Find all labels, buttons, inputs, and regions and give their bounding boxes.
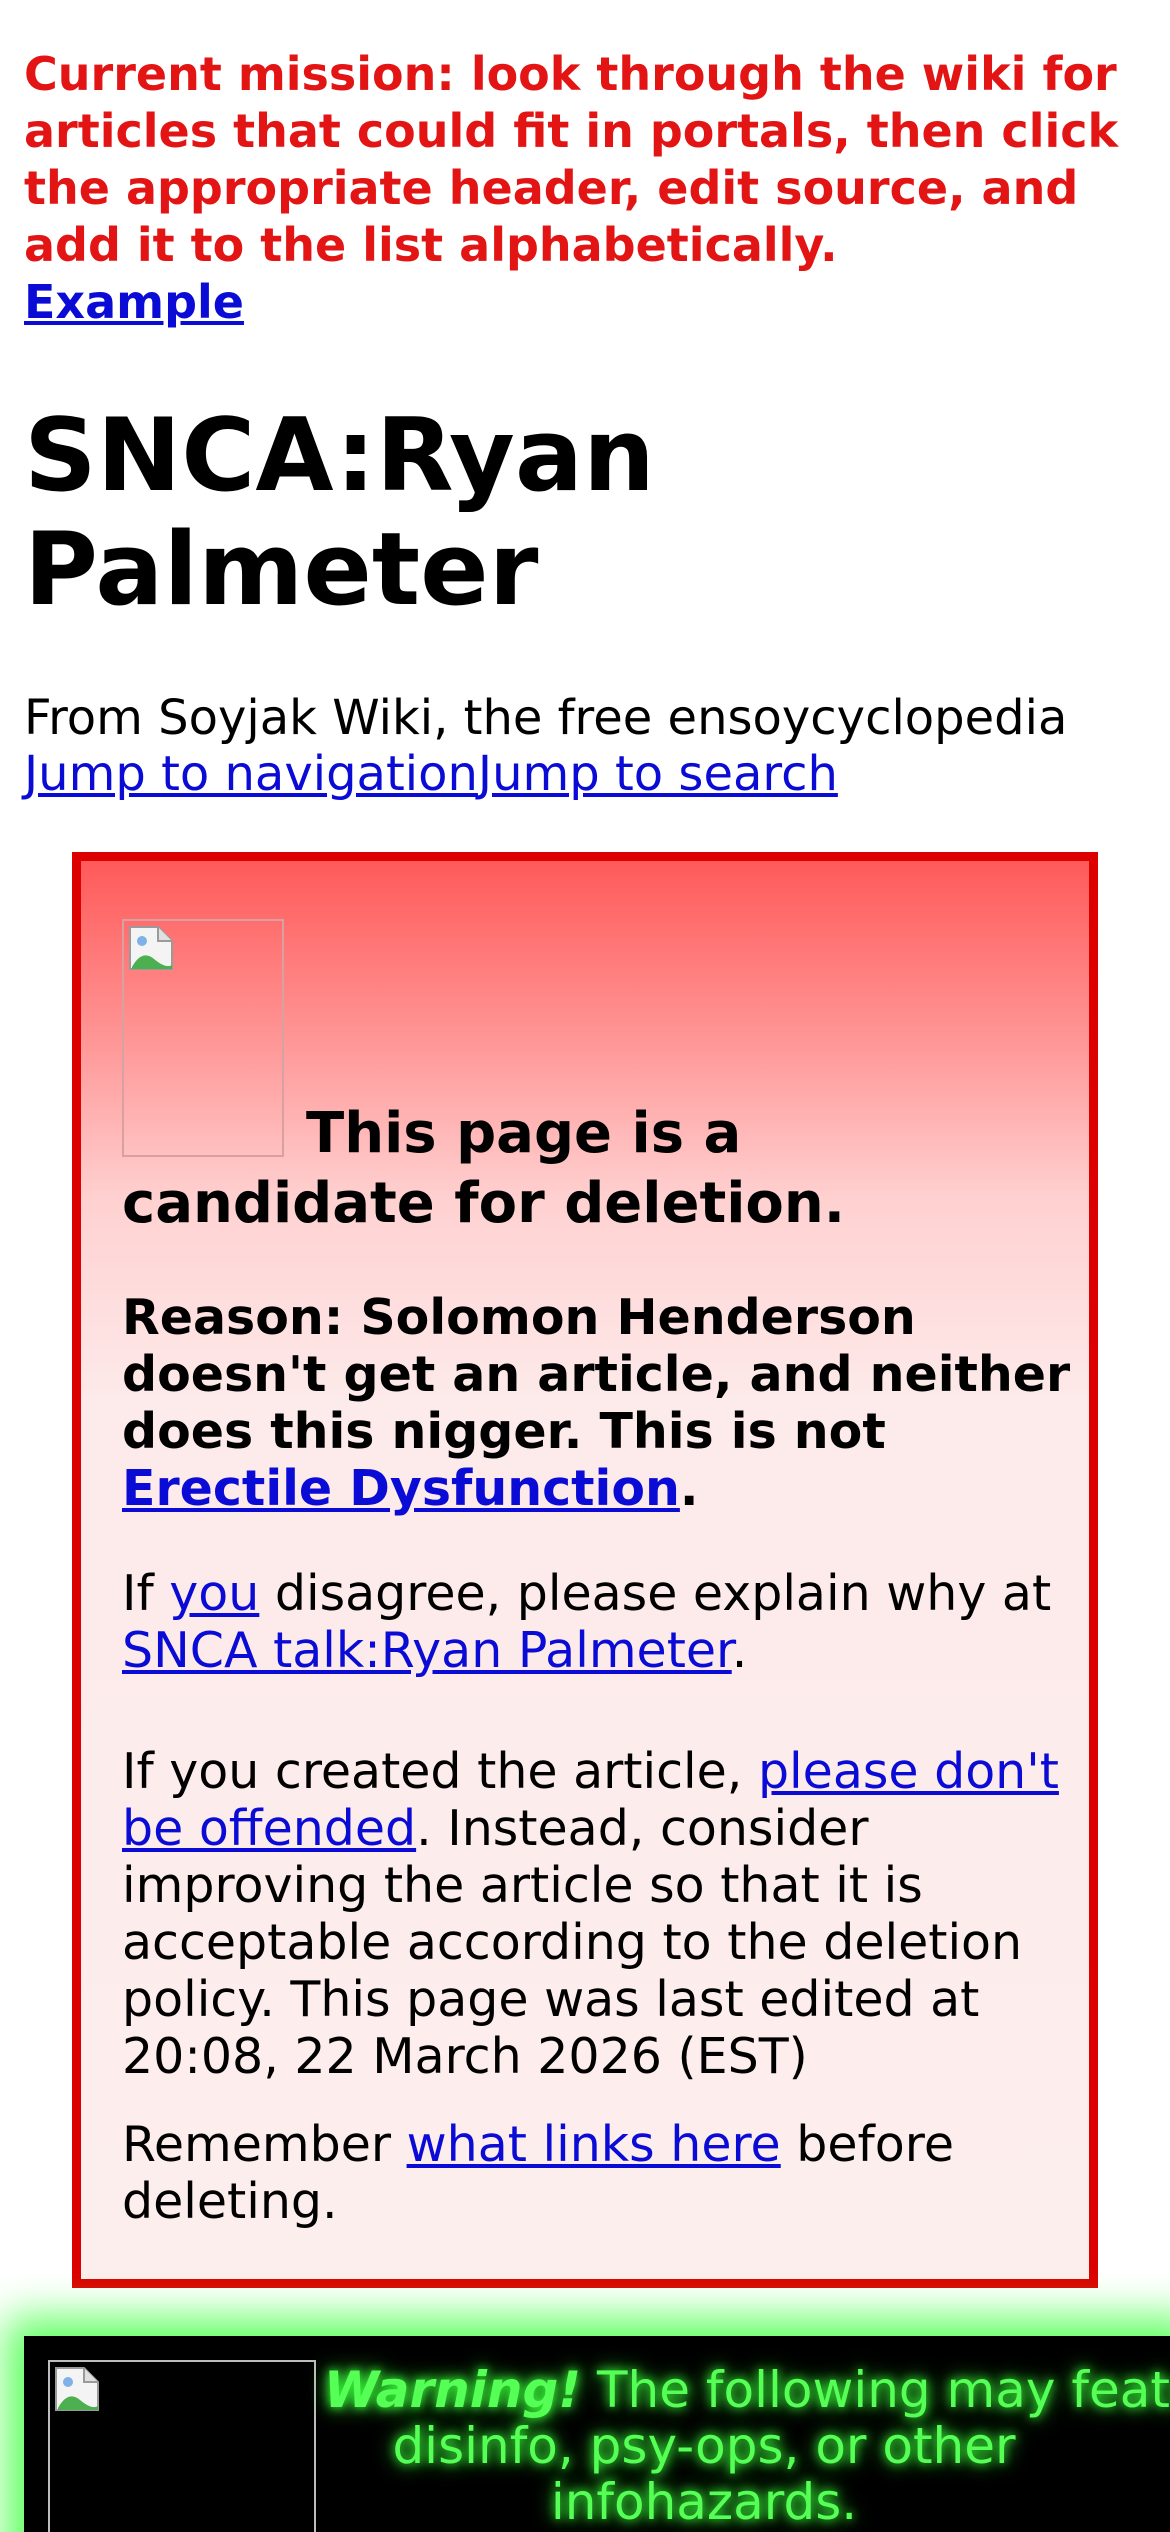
infohazard-warning: Warning! The following may feature disin… [24,2336,1170,2532]
what-links-here-link[interactable]: what links here [407,2116,781,2173]
wiki-page: Current mission: look through the wiki f… [0,0,1170,2532]
deletion-notice: This page is a candidate for deletion. R… [72,852,1098,2288]
broken-image-icon [129,926,173,970]
disagree-end: . [731,1622,748,1679]
created-pre: If you created the article, [122,1743,758,1800]
warning-image [48,2360,316,2532]
disagree-pre: If [122,1565,170,1622]
broken-image-icon [55,2367,99,2411]
mission-banner: Current mission: look through the wiki f… [24,46,1154,331]
remember-paragraph: Remember what links here before deleting… [122,2116,1082,2230]
warning-line-2: disinfo, psy-ops, or other [392,2417,1016,2475]
created-paragraph: If you created the article, please don't… [122,1743,1082,2085]
mission-text: Current mission: look through the wiki f… [24,47,1119,272]
you-link[interactable]: you [169,1565,259,1622]
warning-label: Warning! [324,2361,582,2419]
page-tagline: From Soyjak Wiki, the free ensoycycloped… [24,690,1068,746]
deletion-heading-text: This page is a candidate for deletion. [122,1101,846,1236]
warning-text: Warning! The following may feature disin… [324,2361,1170,2531]
jump-to-search-link[interactable]: Jump to search [478,746,838,802]
reason-text: Reason: Solomon Henderson doesn't get an… [122,1289,1071,1460]
page-title: SNCA:Ryan Palmeter [24,396,655,628]
deletion-heading: This page is a candidate for deletion. [122,1099,1062,1239]
reason-link[interactable]: Erectile Dysfunction [122,1460,680,1517]
example-link[interactable]: Example [24,275,244,329]
jump-links: Jump to navigationJump to search [24,746,838,802]
disagree-mid: disagree, please explain why at [259,1565,1052,1622]
warning-line-1: The following may feature [596,2361,1170,2419]
warning-line-3: infohazards. [550,2473,858,2531]
jump-to-navigation-link[interactable]: Jump to navigation [24,746,478,802]
remember-pre: Remember [122,2116,407,2173]
disagree-paragraph: If you disagree, please explain why at SN… [122,1565,1082,1679]
talk-page-link[interactable]: SNCA talk:Ryan Palmeter [122,1622,732,1679]
deletion-reason: Reason: Solomon Henderson doesn't get an… [122,1289,1082,1517]
reason-end: . [679,1460,699,1517]
